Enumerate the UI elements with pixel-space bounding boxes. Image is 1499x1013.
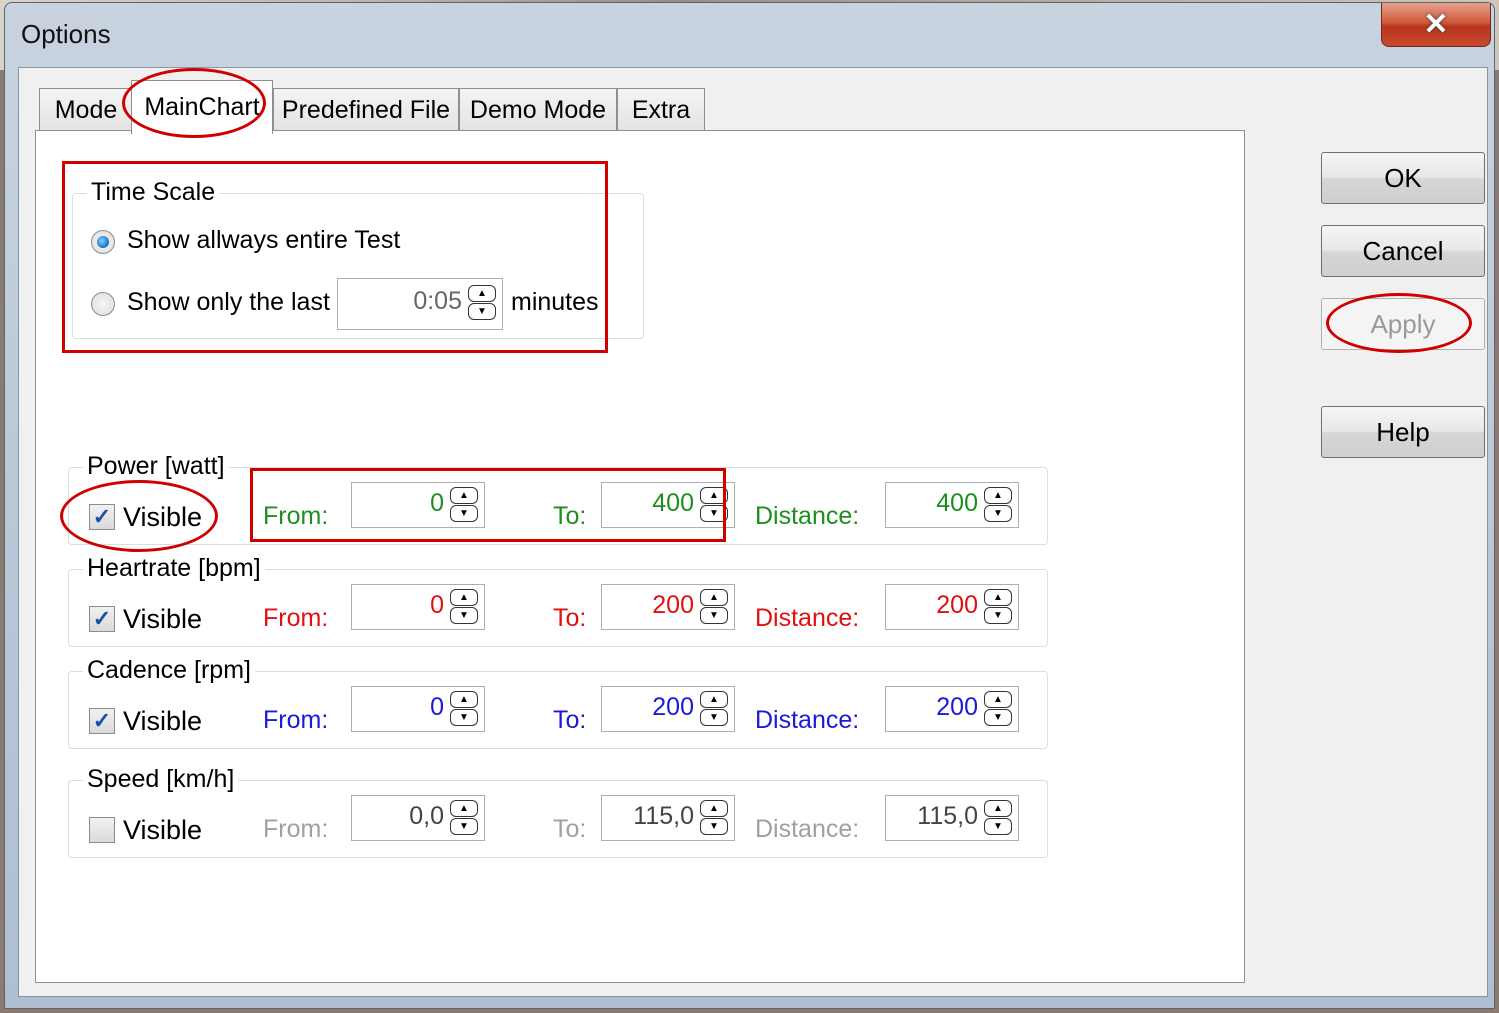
heartrate-from-stepper[interactable]: 0 ▲ ▼ — [351, 584, 485, 630]
spin-down-icon[interactable]: ▼ — [700, 607, 728, 624]
speed-visible-label: Visible — [123, 815, 203, 845]
highlight-apply-button — [1326, 293, 1472, 353]
heartrate-distance-stepper[interactable]: 200 ▲ ▼ — [885, 584, 1019, 630]
close-icon: ✕ — [1423, 8, 1449, 41]
speed-distance-label: Distance: — [755, 815, 860, 843]
cadence-to-label: To: — [553, 706, 587, 734]
cadence-from-stepper[interactable]: 0 ▲ ▼ — [351, 686, 485, 732]
spin-down-icon[interactable]: ▼ — [700, 818, 728, 835]
tab-demo-mode[interactable]: Demo Mode — [459, 88, 617, 132]
cadence-visible-checkbox[interactable]: ✓ — [89, 708, 115, 734]
speed-distance-value: 115,0 — [917, 802, 978, 830]
heartrate-to-stepper[interactable]: 200 ▲ ▼ — [601, 584, 735, 630]
power-distance-stepper[interactable]: 400 ▲ ▼ — [885, 482, 1019, 528]
spin-up-icon[interactable]: ▲ — [700, 691, 728, 708]
cadence-distance-label: Distance: — [755, 706, 860, 734]
speed-visible-checkbox[interactable] — [89, 817, 115, 843]
heartrate-visible-checkbox[interactable]: ✓ — [89, 606, 115, 632]
spin-down-icon[interactable]: ▼ — [984, 818, 1012, 835]
tab-extra[interactable]: Extra — [617, 88, 705, 132]
highlight-mainchart-tab — [122, 68, 266, 138]
speed-from-label: From: — [263, 815, 329, 843]
heartrate-group: Heartrate [bpm] ✓ Visible From: 0 ▲ ▼ To:… — [68, 554, 1048, 647]
cadence-to-value: 200 — [652, 693, 694, 721]
heartrate-from-value: 0 — [430, 591, 444, 619]
speed-to-stepper[interactable]: 115,0 ▲ ▼ — [601, 795, 735, 841]
cadence-distance-value: 200 — [936, 693, 978, 721]
tab-label: Predefined File — [281, 96, 451, 124]
highlight-time-scale — [62, 161, 608, 353]
window-title: Options — [21, 19, 111, 49]
speed-to-value: 115,0 — [633, 802, 694, 830]
heartrate-title: Heartrate [bpm] — [83, 554, 265, 583]
cadence-visible-label: Visible — [123, 706, 203, 736]
spin-up-icon[interactable]: ▲ — [984, 589, 1012, 606]
cadence-from-label: From: — [263, 706, 329, 734]
power-title: Power [watt] — [83, 452, 229, 481]
help-button[interactable]: Help — [1321, 406, 1485, 458]
spin-up-icon[interactable]: ▲ — [450, 589, 478, 606]
cancel-button[interactable]: Cancel — [1321, 225, 1485, 277]
heartrate-from-label: From: — [263, 604, 329, 632]
spin-up-icon[interactable]: ▲ — [450, 691, 478, 708]
speed-from-stepper[interactable]: 0,0 ▲ ▼ — [351, 795, 485, 841]
tab-predefined-file[interactable]: Predefined File — [273, 88, 459, 132]
spin-down-icon[interactable]: ▼ — [984, 505, 1012, 522]
cadence-from-value: 0 — [430, 693, 444, 721]
spin-down-icon[interactable]: ▼ — [984, 709, 1012, 726]
cadence-group: Cadence [rpm] ✓ Visible From: 0 ▲ ▼ To: 2… — [68, 656, 1048, 749]
tab-mode[interactable]: Mode — [39, 88, 133, 132]
speed-title: Speed [km/h] — [83, 765, 239, 794]
spin-up-icon[interactable]: ▲ — [984, 487, 1012, 504]
close-button[interactable]: ✕ — [1381, 3, 1491, 47]
highlight-power-visible — [60, 480, 218, 552]
speed-group: Speed [km/h] Visible From: 0,0 ▲ ▼ To: 11… — [68, 765, 1048, 858]
spin-up-icon[interactable]: ▲ — [984, 691, 1012, 708]
heartrate-distance-label: Distance: — [755, 604, 860, 632]
cadence-distance-stepper[interactable]: 200 ▲ ▼ — [885, 686, 1019, 732]
highlight-power-range — [250, 468, 726, 542]
heartrate-to-label: To: — [553, 604, 587, 632]
spin-up-icon[interactable]: ▲ — [700, 800, 728, 817]
spin-up-icon[interactable]: ▲ — [984, 800, 1012, 817]
spin-down-icon[interactable]: ▼ — [700, 709, 728, 726]
tab-label: Mode — [54, 96, 118, 124]
spin-down-icon[interactable]: ▼ — [984, 607, 1012, 624]
options-dialog: Options ✕ Mode MainChart Predefined File… — [4, 2, 1495, 1009]
power-distance-value: 400 — [936, 489, 978, 517]
speed-distance-stepper[interactable]: 115,0 ▲ ▼ — [885, 795, 1019, 841]
spin-down-icon[interactable]: ▼ — [450, 607, 478, 624]
ok-button[interactable]: OK — [1321, 152, 1485, 204]
speed-from-value: 0,0 — [409, 802, 444, 830]
heartrate-visible-label: Visible — [123, 604, 203, 634]
cadence-title: Cadence [rpm] — [83, 656, 255, 685]
heartrate-to-value: 200 — [652, 591, 694, 619]
spin-down-icon[interactable]: ▼ — [450, 709, 478, 726]
speed-to-label: To: — [553, 815, 587, 843]
heartrate-distance-value: 200 — [936, 591, 978, 619]
tab-label: Extra — [631, 96, 691, 124]
tab-label: Demo Mode — [469, 96, 607, 124]
spin-down-icon[interactable]: ▼ — [450, 818, 478, 835]
power-distance-label: Distance: — [755, 502, 860, 530]
cadence-to-stepper[interactable]: 200 ▲ ▼ — [601, 686, 735, 732]
spin-up-icon[interactable]: ▲ — [700, 589, 728, 606]
spin-up-icon[interactable]: ▲ — [450, 800, 478, 817]
